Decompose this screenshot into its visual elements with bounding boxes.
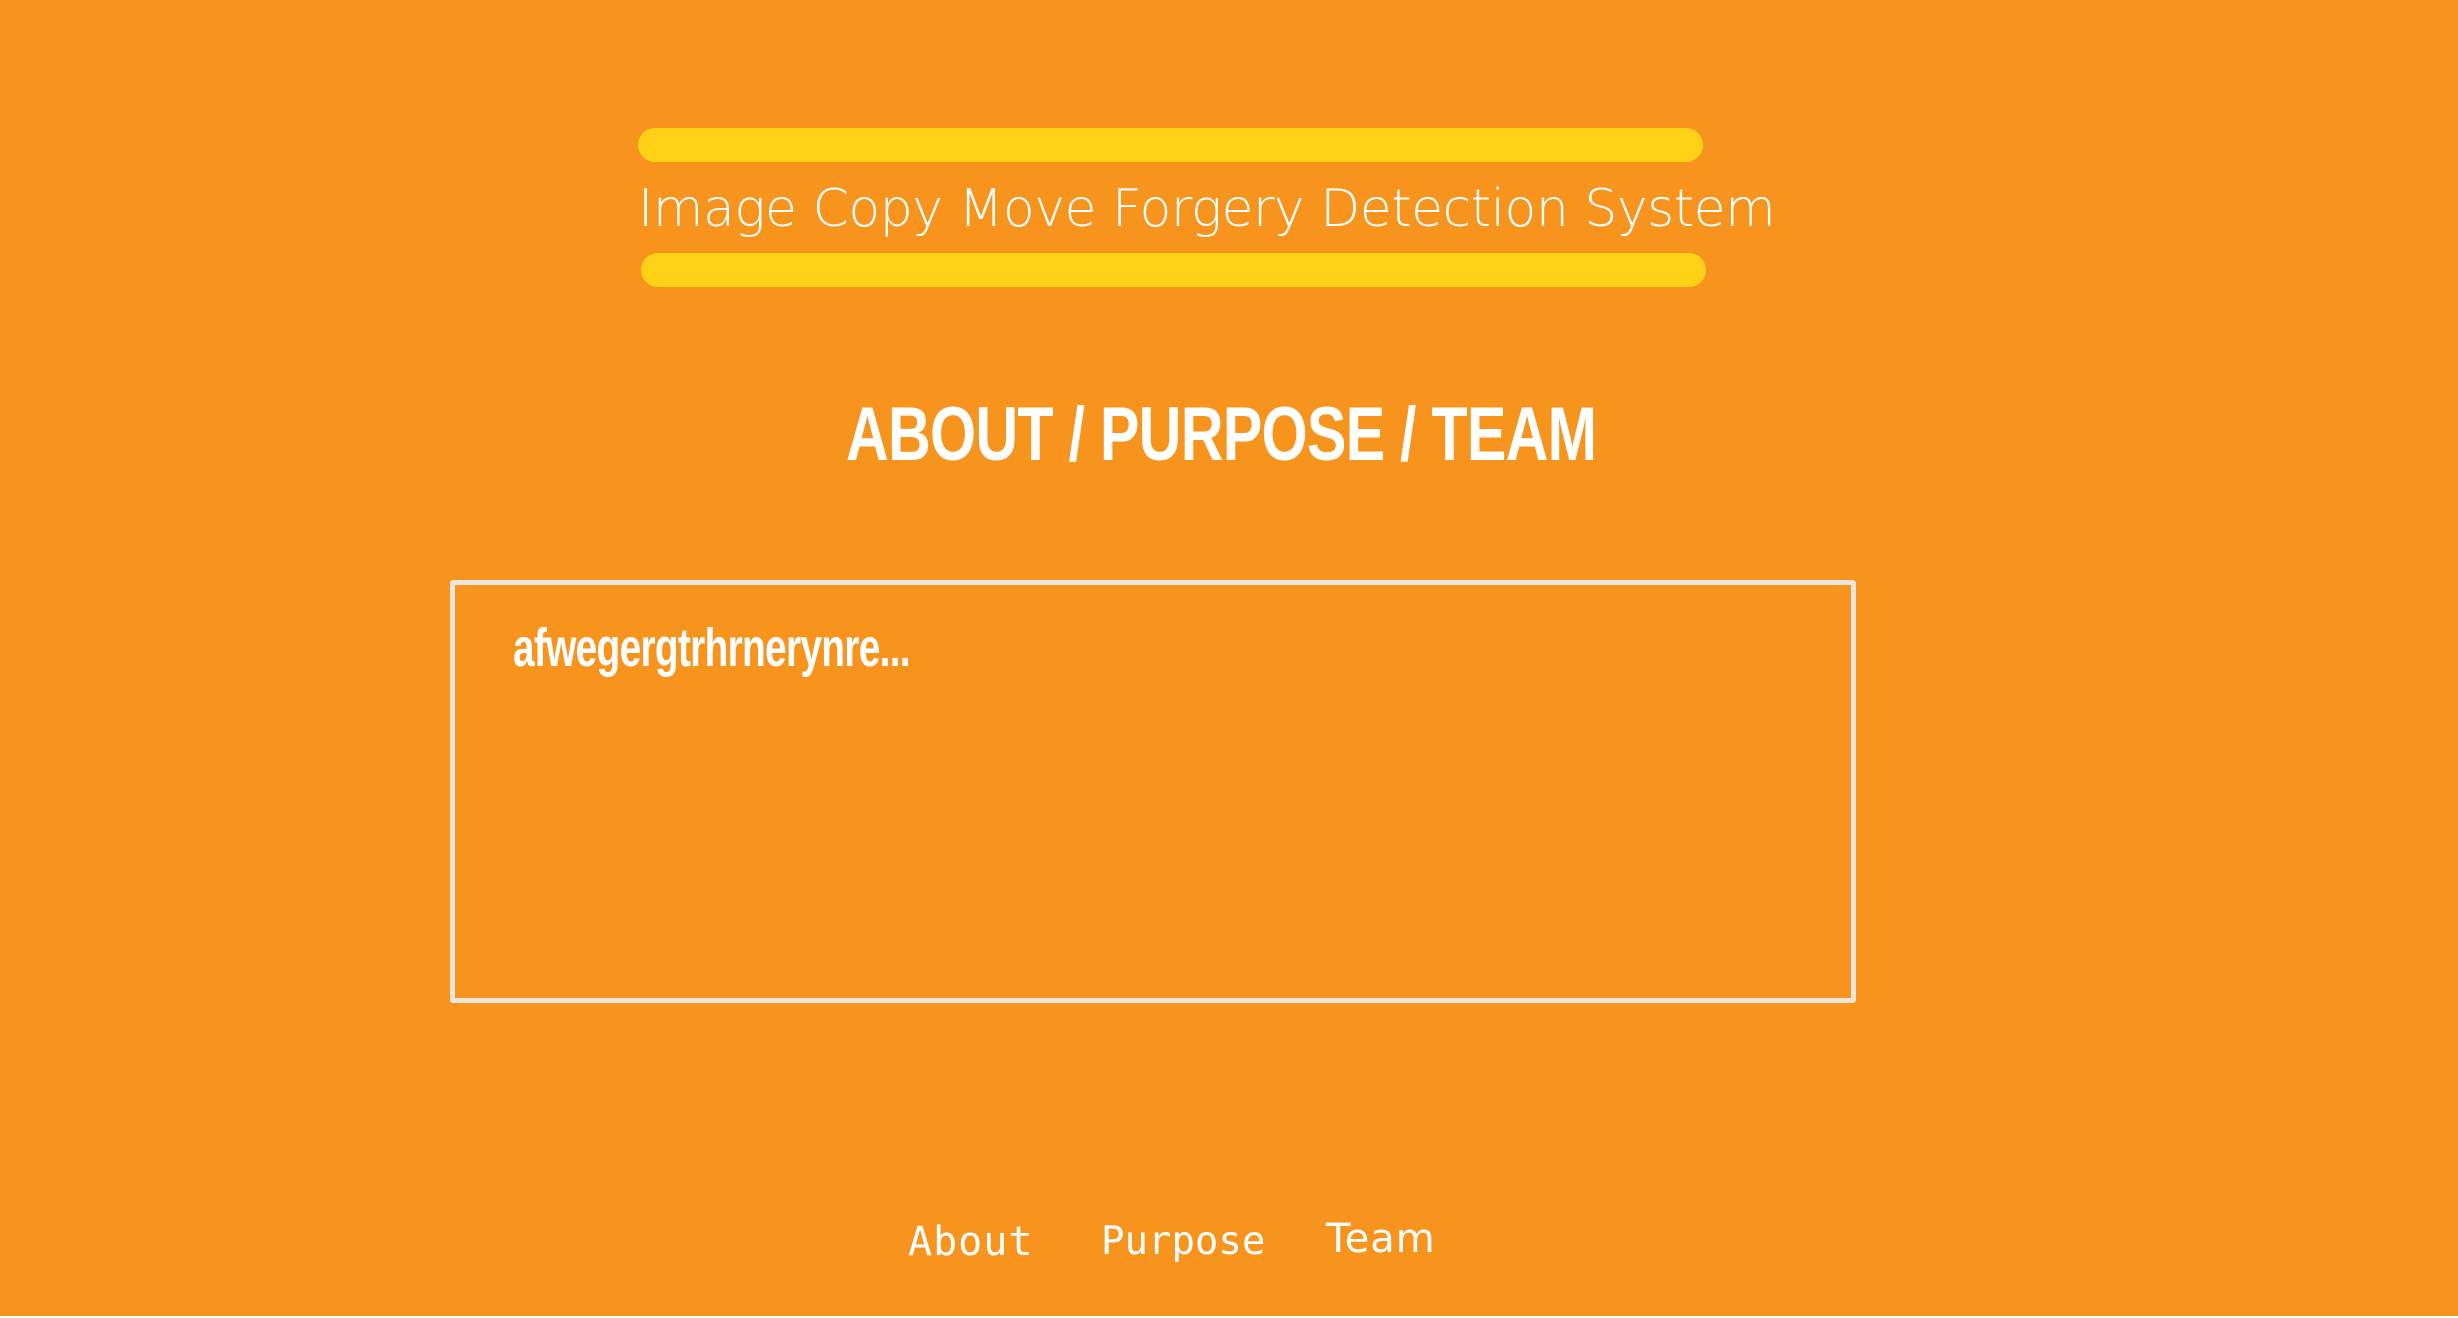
section-heading: ABOUT / PURPOSE / TEAM (846, 392, 1597, 477)
nav-link-purpose[interactable]: Purpose (1101, 1212, 1265, 1272)
content-box: afwegergtrhrnerynre... (450, 580, 1856, 1003)
title-top-bar (638, 128, 1703, 162)
title-bottom-bar (641, 253, 1706, 287)
site-title: Image Copy Move Forgery Detection System (638, 179, 1776, 239)
page-background: Image Copy Move Forgery Detection System… (0, 0, 2458, 1316)
nav-link-about[interactable]: About (908, 1212, 1033, 1272)
nav-link-team[interactable]: Team (1326, 1209, 1436, 1269)
content-text: afwegergtrhrnerynre... (513, 618, 911, 678)
